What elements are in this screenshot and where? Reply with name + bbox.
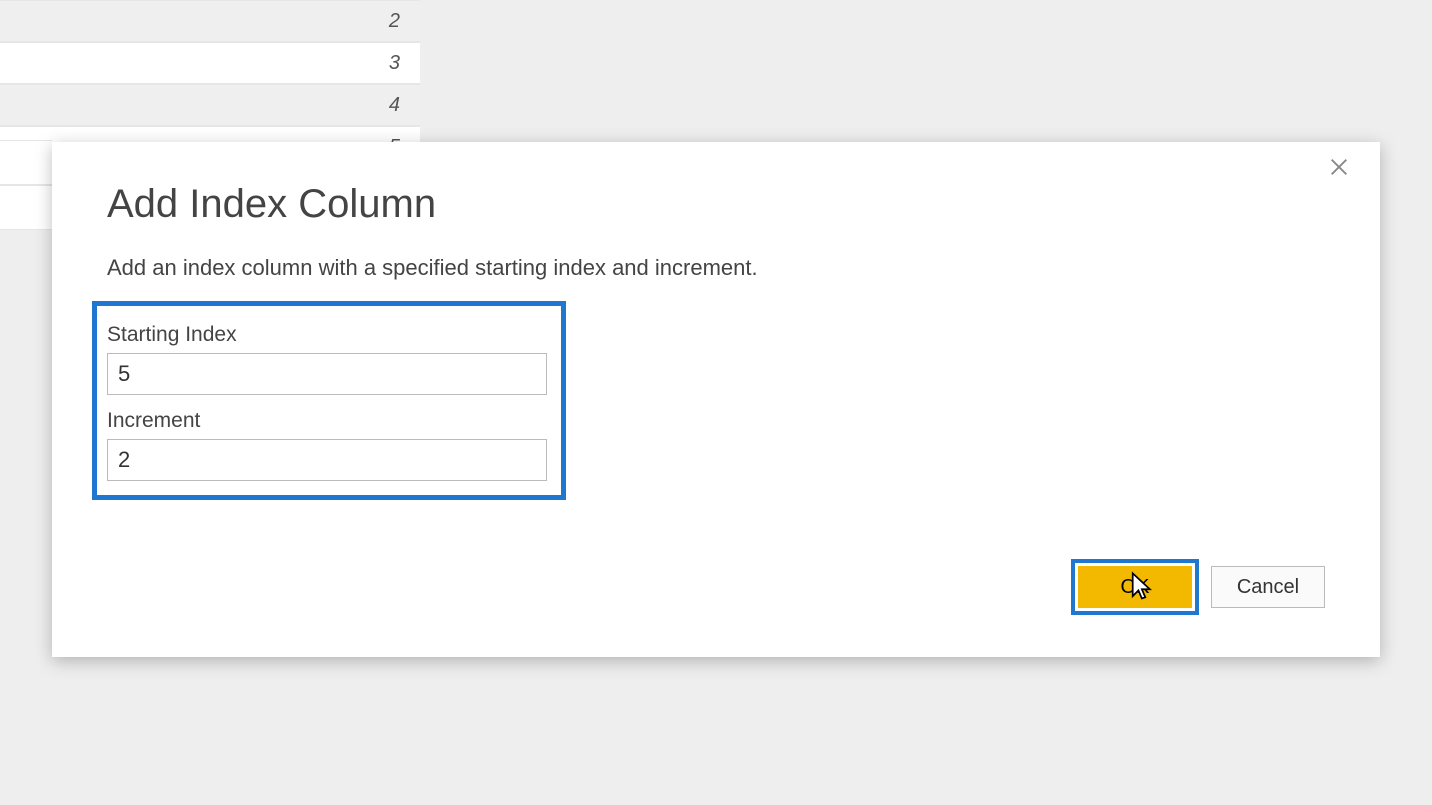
dialog-title: Add Index Column [107,182,1325,227]
ok-highlight: OK [1071,559,1199,615]
table-row: 4 [0,84,420,126]
close-icon[interactable] [1328,156,1358,186]
cancel-button[interactable]: Cancel [1211,566,1325,608]
increment-group: Increment [107,409,551,481]
dialog-buttons: OK Cancel [1071,559,1325,615]
increment-label: Increment [107,409,551,433]
ok-button[interactable]: OK [1078,566,1192,608]
table-row: 3 [0,42,420,84]
increment-input[interactable] [107,439,547,481]
table-row: 2 [0,0,420,42]
starting-index-label: Starting Index [107,323,551,347]
starting-index-group: Starting Index [107,323,551,395]
add-index-column-dialog: Add Index Column Add an index column wit… [52,142,1380,657]
fields-highlight: Starting Index Increment [92,301,566,500]
background-left-edge [0,140,52,230]
dialog-description: Add an index column with a specified sta… [107,255,1325,281]
starting-index-input[interactable] [107,353,547,395]
